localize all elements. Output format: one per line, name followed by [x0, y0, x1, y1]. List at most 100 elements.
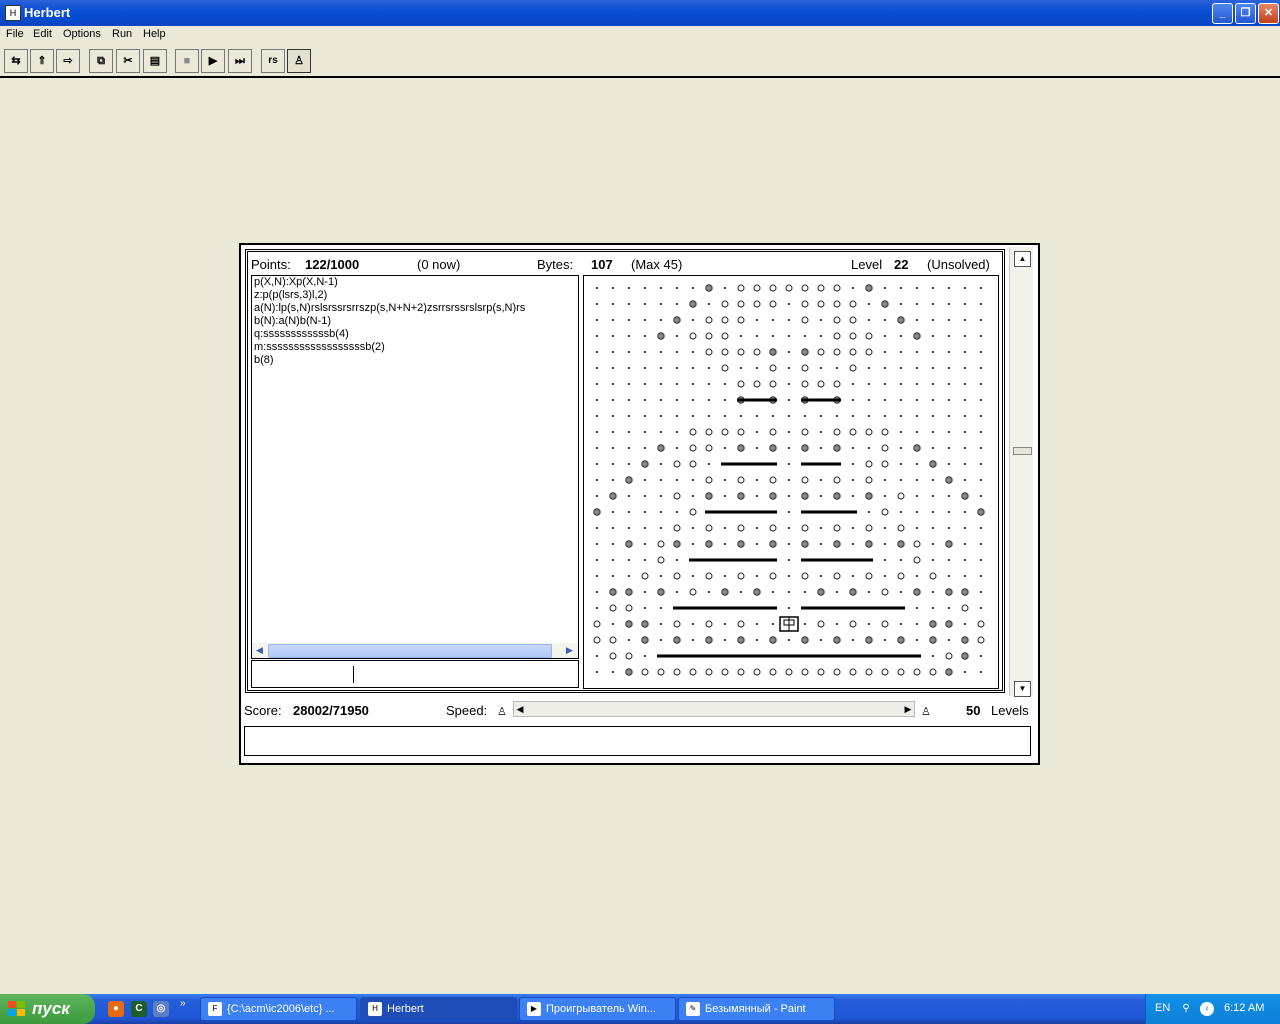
grid-dot — [900, 383, 902, 385]
maximize-button[interactable]: ❐ — [1235, 3, 1256, 24]
close-button[interactable]: ✕ — [1258, 3, 1279, 24]
start-button[interactable]: пуск — [0, 994, 95, 1024]
scroll-thumb[interactable] — [268, 644, 552, 658]
grid-dot — [660, 479, 662, 481]
grid-dot — [644, 479, 646, 481]
grid-dot — [676, 511, 678, 513]
code-editor[interactable]: p(X,N):Xp(X,N-1) z:p(p(lsrs,3)l,2) a(N):… — [251, 275, 579, 659]
speed-down-icon[interactable]: ◀ — [514, 702, 526, 716]
grid-dot — [612, 559, 614, 561]
grid-dot — [788, 415, 790, 417]
grid-dot — [900, 287, 902, 289]
white-ball — [881, 460, 889, 468]
grey-ball — [673, 636, 681, 644]
app-quicklaunch-icon[interactable]: ◎ — [153, 1001, 169, 1017]
task-herbert[interactable]: H Herbert — [360, 997, 517, 1021]
vertical-scrollbar[interactable]: ▲ ▼ — [1009, 247, 1033, 697]
far-manager-icon[interactable]: C — [131, 1001, 147, 1017]
white-ball — [673, 492, 681, 500]
task-media-player[interactable]: ▶ Проигрыватель Win... — [519, 997, 676, 1021]
white-ball — [897, 668, 905, 676]
grey-ball — [705, 540, 713, 548]
grid-dot — [916, 527, 918, 529]
grey-ball — [641, 636, 649, 644]
grey-ball — [929, 636, 937, 644]
step-button[interactable]: ⏭ — [228, 49, 252, 73]
speed-slider[interactable]: ◀ ▶ — [513, 701, 915, 717]
grid-dot — [596, 655, 598, 657]
grid-dot — [932, 607, 934, 609]
paste-button[interactable]: ▤ — [143, 49, 167, 73]
command-input[interactable] — [251, 660, 579, 688]
firefox-icon[interactable]: ● — [108, 1001, 124, 1017]
grid-dot — [628, 399, 630, 401]
upload-button[interactable]: ⇑ — [30, 49, 54, 73]
grey-ball — [833, 636, 841, 644]
robot-fast-icon: ♙ — [921, 706, 931, 718]
task-label: Herbert — [387, 1003, 424, 1015]
cut-button[interactable]: ✂ — [116, 49, 140, 73]
grid-dot — [788, 367, 790, 369]
speed-up-icon[interactable]: ▶ — [902, 702, 914, 716]
white-ball — [817, 668, 825, 676]
scroll-left-icon[interactable]: ◀ — [253, 644, 266, 657]
grid-dot — [980, 463, 982, 465]
horizontal-scrollbar[interactable]: ◀ ▶ — [252, 643, 578, 658]
grey-ball — [801, 444, 809, 452]
grid-dot — [628, 367, 630, 369]
grid-dot — [900, 335, 902, 337]
grid-dot — [644, 447, 646, 449]
grey-ball — [833, 444, 841, 452]
task-paint[interactable]: ✎ Безымянный - Paint — [678, 997, 835, 1021]
menu-help[interactable]: Help — [143, 28, 166, 40]
copy-button[interactable]: ⧉ — [89, 49, 113, 73]
grid-dot — [980, 655, 982, 657]
play-button[interactable]: ▶ — [201, 49, 225, 73]
scroll-down-icon[interactable]: ▼ — [1014, 681, 1031, 697]
scroll-up-icon[interactable]: ▲ — [1014, 251, 1031, 267]
white-ball — [865, 332, 873, 340]
grid-dot — [596, 303, 598, 305]
menu-edit[interactable]: Edit — [33, 28, 52, 40]
grey-ball — [641, 620, 649, 628]
white-ball — [817, 300, 825, 308]
white-ball — [721, 332, 729, 340]
grid-dot — [804, 591, 806, 593]
stop-button[interactable]: ■ — [175, 49, 199, 73]
grey-ball — [737, 492, 745, 500]
grid-dot — [980, 527, 982, 529]
language-indicator[interactable]: EN — [1155, 1002, 1170, 1014]
white-ball — [961, 604, 969, 612]
grid-dot — [644, 607, 646, 609]
code-line: q:ssssssssssssb(4) — [254, 328, 349, 340]
menu-run[interactable]: Run — [112, 28, 132, 40]
grid-dot — [596, 287, 598, 289]
grid-dot — [596, 335, 598, 337]
robot-button[interactable]: ♙ — [287, 49, 311, 73]
grid-dot — [788, 527, 790, 529]
minimize-button[interactable]: _ — [1212, 3, 1233, 24]
grid-dot — [836, 623, 838, 625]
grid-dot — [628, 463, 630, 465]
scroll-right-icon[interactable]: ▶ — [563, 644, 576, 657]
grid-dot — [596, 399, 598, 401]
grid-dot — [692, 399, 694, 401]
task-far-manager[interactable]: F {C:\acm\ic2006\etc} ... — [200, 997, 357, 1021]
white-ball — [657, 556, 665, 564]
network-icon[interactable]: ⚲ — [1179, 1002, 1193, 1016]
grid-dot — [692, 351, 694, 353]
menu-options[interactable]: Options — [63, 28, 101, 40]
scroll-thumb[interactable] — [1013, 447, 1032, 455]
code-line: p(X,N):Xp(X,N-1) — [254, 276, 338, 288]
next-level-button[interactable]: ⇨ — [56, 49, 80, 73]
grid-dot — [628, 639, 630, 641]
quicklaunch-more-icon[interactable]: » — [180, 998, 186, 1009]
tray-expand-icon[interactable]: ‹ — [1200, 1002, 1214, 1016]
load-button[interactable]: ⇆ — [4, 49, 28, 73]
white-ball — [849, 668, 857, 676]
white-ball — [785, 668, 793, 676]
grid-dot — [900, 351, 902, 353]
rsl-button[interactable]: rs — [261, 49, 285, 73]
menu-file[interactable]: File — [6, 28, 24, 40]
grid-dot — [948, 319, 950, 321]
